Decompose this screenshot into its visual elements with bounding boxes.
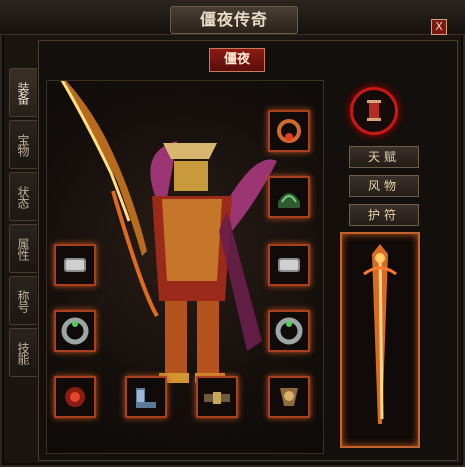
window-title: 僵夜传奇 xyxy=(170,6,298,34)
slot-gem[interactable] xyxy=(54,376,96,418)
slot-helmet[interactable] xyxy=(268,176,310,218)
necklace-icon xyxy=(277,119,301,143)
title-bar: 僵夜传奇 X xyxy=(0,0,465,35)
slot-necklace[interactable] xyxy=(268,110,310,152)
gem-icon xyxy=(65,387,85,407)
belt-icon xyxy=(204,392,230,404)
lantern-icon xyxy=(367,100,381,121)
helmet-icon xyxy=(278,193,300,208)
slot-boots[interactable] xyxy=(125,376,167,418)
tab-skills[interactable]: 技能 xyxy=(9,328,37,377)
medal-icon xyxy=(280,388,298,406)
character-name-plate: 僵夜 xyxy=(209,48,265,72)
tab-treasure[interactable]: 宝物 xyxy=(9,120,37,169)
slot-ring-left[interactable] xyxy=(54,310,96,352)
boots-icon xyxy=(136,388,156,408)
slot-bracelet-right[interactable] xyxy=(268,244,310,286)
tab-title[interactable]: 称号 xyxy=(9,276,37,325)
tab-equipment[interactable]: 装备 xyxy=(9,68,37,117)
scenery-button[interactable]: 风物 xyxy=(349,175,419,197)
weapon-slot[interactable] xyxy=(340,232,420,448)
character-window: 僵夜传奇 X 装备 宝物 状态 属性 称号 技能 僵夜 天赋 风物 护符 xyxy=(0,0,465,467)
charm-slot[interactable] xyxy=(350,87,398,135)
tab-attributes[interactable]: 属性 xyxy=(9,224,37,273)
tab-status[interactable]: 状态 xyxy=(9,172,37,221)
bracelet-left-icon xyxy=(64,258,86,272)
close-button[interactable]: X xyxy=(431,19,447,35)
slot-medal[interactable] xyxy=(268,376,310,418)
talent-button[interactable]: 天赋 xyxy=(349,146,419,168)
ring-left-icon xyxy=(61,317,89,345)
ring-right-icon xyxy=(275,317,303,345)
bracelet-right-icon xyxy=(278,258,300,272)
slot-belt[interactable] xyxy=(196,376,238,418)
slot-ring-right[interactable] xyxy=(268,310,310,352)
amulet-button[interactable]: 护符 xyxy=(349,204,419,226)
sword-icon xyxy=(363,244,397,424)
slot-bracelet-left[interactable] xyxy=(54,244,96,286)
